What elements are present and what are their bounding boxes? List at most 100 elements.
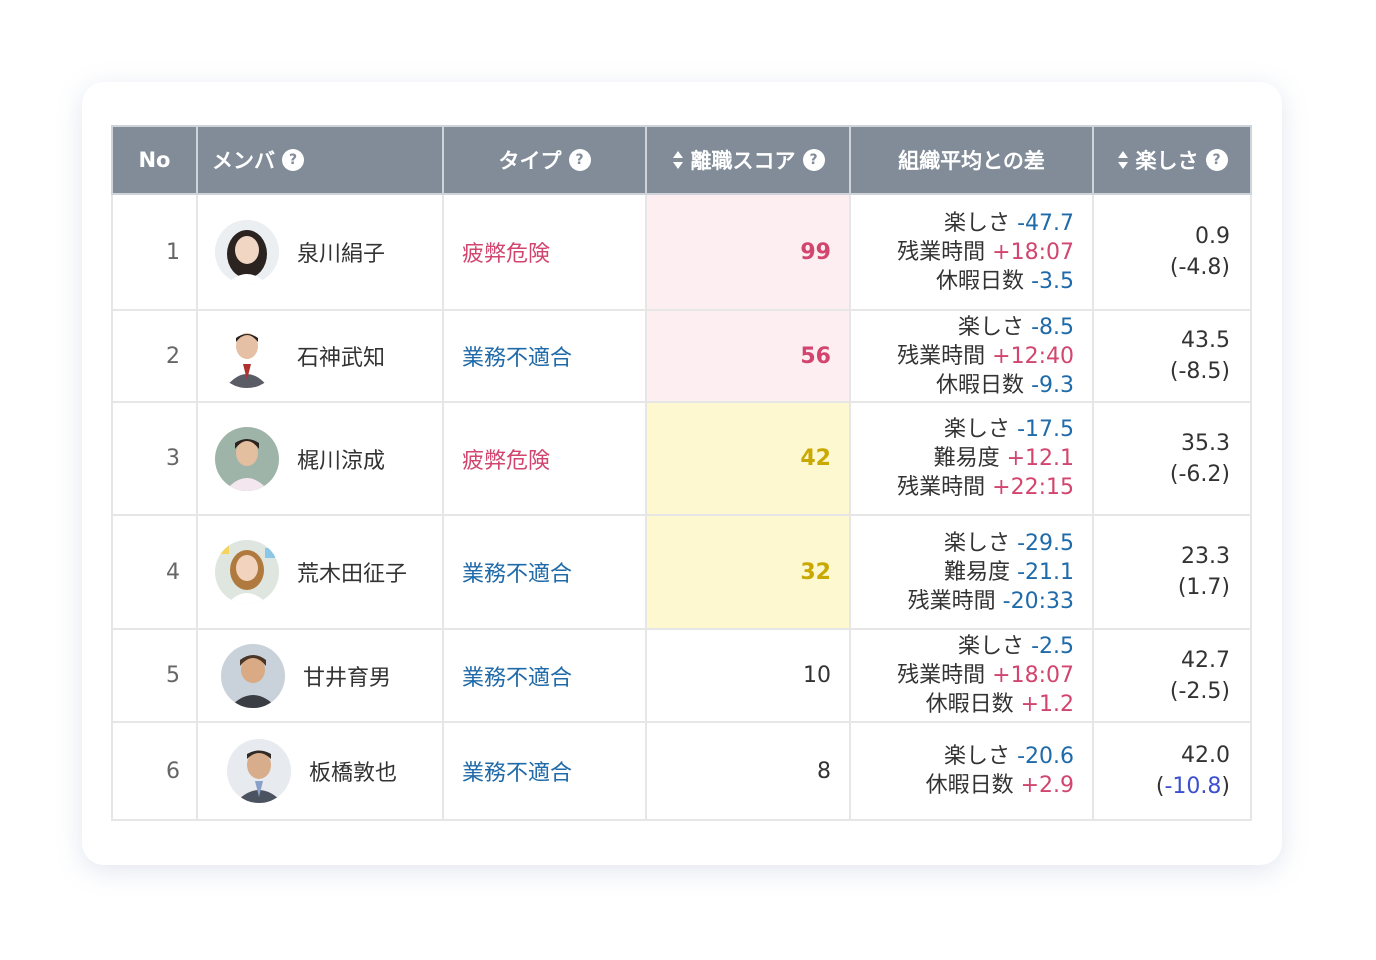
table-row[interactable]: 6 板橋敦也 業務不適合 8 楽しさ -20.6 休暇日数 +2.9 42.0 …: [111, 721, 1252, 821]
row-number: 5: [111, 628, 198, 723]
header-fun[interactable]: 楽しさ ?: [1092, 125, 1252, 195]
fun-cell: 42.0 (-10.8): [1092, 721, 1252, 821]
diff-cell: 楽しさ -20.6 休暇日数 +2.9: [849, 721, 1094, 821]
diff-value: -47.7: [1017, 210, 1074, 236]
member-cell[interactable]: 泉川絹子: [196, 193, 444, 311]
diff-line: 残業時間 +12:40: [851, 342, 1074, 371]
score-cell: 56: [645, 309, 851, 403]
table-row[interactable]: 3 梶川涼成 疲弊危険 42 楽しさ -17.5 難易度 +12.1 残業時間 …: [111, 401, 1252, 516]
member-cell[interactable]: 荒木田征子: [196, 514, 444, 630]
member-table: No メンバ ? タイプ ? 離職スコア ? 組織平均との差 楽しさ ? 1 泉…: [111, 125, 1252, 821]
diff-line: 難易度 -21.1: [851, 558, 1074, 587]
diff-label: 楽しさ: [958, 314, 1025, 340]
type-cell: 業務不適合: [442, 721, 647, 821]
fun-value: 35.3: [1181, 430, 1230, 456]
diff-value: -20.6: [1017, 744, 1074, 769]
diff-label: 楽しさ: [944, 744, 1011, 769]
type-cell: 疲弊危険: [442, 193, 647, 311]
fun-cell: 23.3 (1.7): [1092, 514, 1252, 630]
table-header-row: No メンバ ? タイプ ? 離職スコア ? 組織平均との差 楽しさ ?: [111, 125, 1252, 195]
sort-icon[interactable]: [672, 150, 684, 170]
fun-cell: 35.3 (-6.2): [1092, 401, 1252, 516]
fun-delta: (-6.2): [1169, 461, 1230, 487]
fun-cell: 0.9 (-4.8): [1092, 193, 1252, 311]
header-score-label: 離職スコア: [690, 149, 796, 173]
fun-cell: 43.5 (-8.5): [1092, 309, 1252, 403]
fun-delta-close: ): [1221, 774, 1230, 799]
fun-value: 42.0: [1181, 743, 1230, 768]
diff-line: 残業時間 +22:15: [851, 473, 1074, 502]
member-cell[interactable]: 石神武知: [196, 309, 444, 403]
fun-delta: (-10.8): [1094, 771, 1230, 802]
diff-line: 楽しさ -29.5: [851, 529, 1074, 558]
member-name: 甘井育男: [303, 665, 392, 691]
diff-cell: 楽しさ -17.5 難易度 +12.1 残業時間 +22:15: [849, 401, 1094, 516]
table-row[interactable]: 4 荒木田征子 業務不適合 32 楽しさ -29.5 難易度 -21.1 残業時…: [111, 514, 1252, 630]
sort-icon[interactable]: [1117, 150, 1129, 170]
row-number: 6: [111, 721, 198, 821]
row-number: 2: [111, 309, 198, 403]
diff-label: 休暇日数: [936, 268, 1025, 294]
help-icon[interactable]: ?: [282, 149, 304, 171]
row-number: 4: [111, 514, 198, 630]
diff-line: 残業時間 +18:07: [851, 238, 1074, 267]
header-score[interactable]: 離職スコア ?: [645, 125, 851, 195]
type-label: 業務不適合: [462, 562, 573, 587]
diff-label: 残業時間: [897, 475, 986, 500]
help-icon[interactable]: ?: [802, 149, 825, 171]
header-fun-label: 楽しさ: [1135, 149, 1199, 173]
diff-label: 残業時間: [897, 239, 986, 265]
header-diff-label: 組織平均との差: [898, 149, 1045, 173]
member-name: 板橋敦也: [309, 761, 398, 786]
table-row[interactable]: 2 石神武知 業務不適合 56 楽しさ -8.5 残業時間 +12:40 休暇日…: [111, 309, 1252, 403]
header-no: No: [111, 125, 198, 195]
member-cell[interactable]: 梶川涼成: [196, 401, 444, 516]
member-cell[interactable]: 甘井育男: [196, 628, 444, 723]
diff-value: +12.1: [1006, 446, 1074, 471]
type-label: 業務不適合: [462, 761, 573, 786]
fun-value: 42.7: [1181, 647, 1230, 673]
diff-value: -29.5: [1017, 530, 1074, 556]
fun-delta: (-2.5): [1169, 678, 1230, 704]
diff-label: 楽しさ: [958, 634, 1025, 659]
diff-cell: 楽しさ -8.5 残業時間 +12:40 休暇日数 -9.3: [849, 309, 1094, 403]
diff-value: -8.5: [1031, 314, 1074, 340]
diff-value: -9.3: [1031, 372, 1074, 398]
diff-value: +1.2: [1020, 692, 1074, 717]
fun-value: 43.5: [1181, 328, 1230, 353]
diff-value: -20:33: [1002, 588, 1074, 614]
type-label: 疲弊危険: [462, 242, 551, 267]
type-label: 業務不適合: [462, 346, 573, 371]
header-member: メンバ ?: [196, 125, 444, 195]
diff-label: 難易度: [944, 559, 1011, 585]
diff-line: 楽しさ -20.6: [851, 742, 1074, 771]
member-cell[interactable]: 板橋敦也: [196, 721, 444, 821]
diff-line: 休暇日数 +1.2: [851, 690, 1074, 719]
row-number: 3: [111, 401, 198, 516]
diff-line: 休暇日数 -9.3: [851, 371, 1074, 400]
diff-value: -3.5: [1031, 268, 1074, 294]
diff-line: 楽しさ -8.5: [851, 313, 1074, 342]
member-table-card: No メンバ ? タイプ ? 離職スコア ? 組織平均との差 楽しさ ? 1 泉…: [82, 82, 1282, 865]
diff-label: 休暇日数: [925, 773, 1014, 798]
help-icon[interactable]: ?: [1205, 149, 1228, 171]
score-cell: 99: [645, 193, 851, 311]
diff-value: +18:07: [992, 239, 1074, 265]
man-business-portrait-icon: [227, 739, 291, 803]
table-row[interactable]: 1 泉川絹子 疲弊危険 99 楽しさ -47.7 残業時間 +18:07 休暇日…: [111, 193, 1252, 311]
diff-label: 残業時間: [907, 588, 996, 614]
type-cell: 業務不適合: [442, 309, 647, 403]
man-smiling-portrait-icon: [221, 643, 285, 708]
diff-value: +18:07: [992, 663, 1074, 688]
diff-value: +12:40: [992, 343, 1074, 369]
member-name: 荒木田征子: [297, 562, 408, 587]
diff-value: +2.9: [1020, 773, 1074, 798]
help-icon[interactable]: ?: [568, 149, 591, 171]
fun-delta: (-8.5): [1169, 359, 1230, 384]
diff-line: 楽しさ -2.5: [851, 632, 1074, 661]
score-cell: 42: [645, 401, 851, 516]
type-label: 業務不適合: [462, 665, 573, 691]
diff-cell: 楽しさ -2.5 残業時間 +18:07 休暇日数 +1.2: [849, 628, 1094, 723]
table-row[interactable]: 5 甘井育男 業務不適合 10 楽しさ -2.5 残業時間 +18:07 休暇日…: [111, 628, 1252, 723]
diff-line: 休暇日数 +2.9: [851, 771, 1074, 800]
